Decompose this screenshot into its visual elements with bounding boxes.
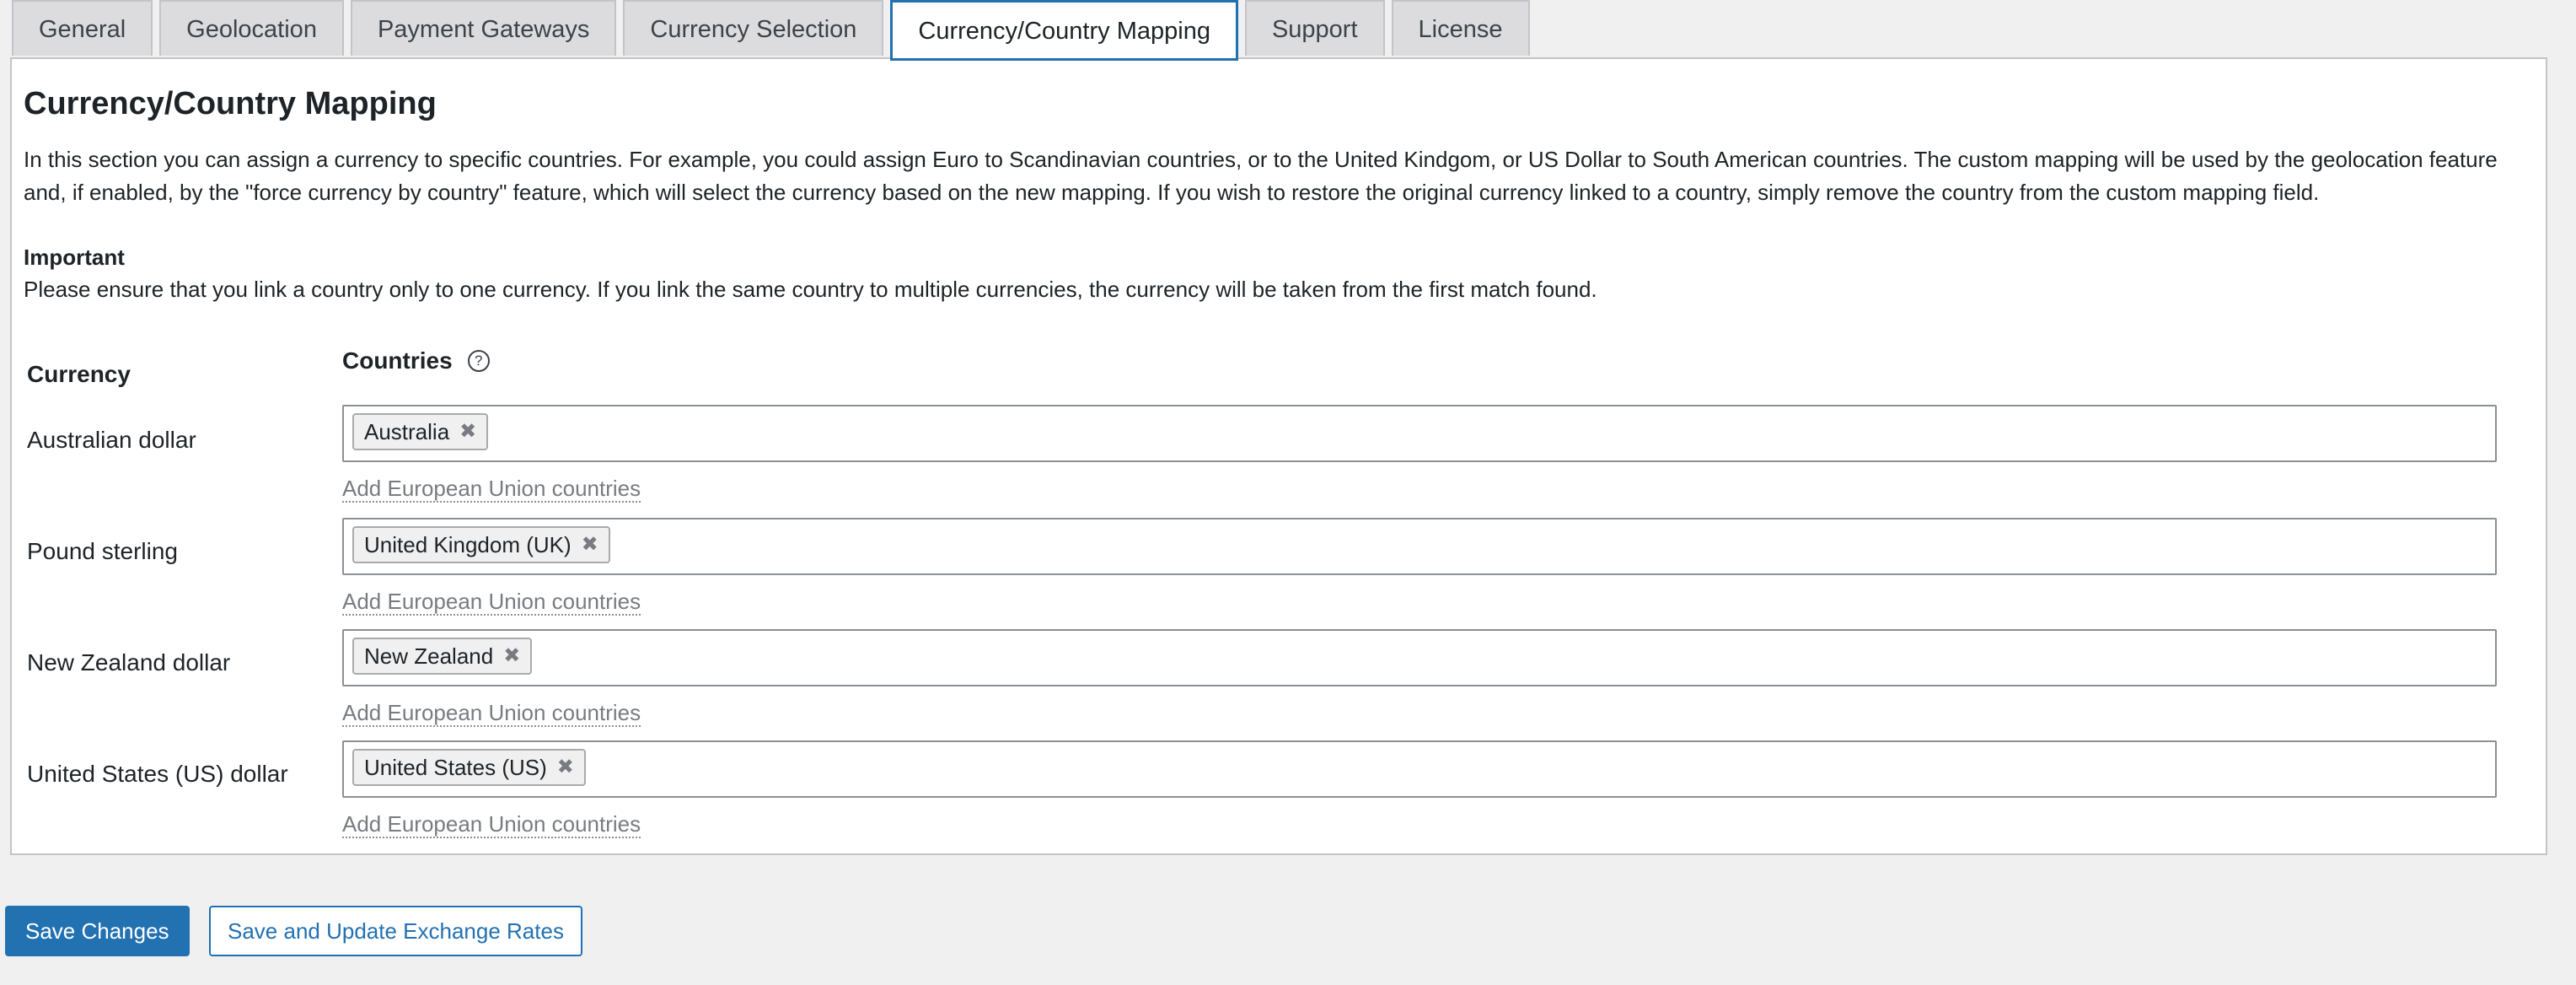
add-eu-countries-link[interactable]: Add European Union countries bbox=[342, 476, 641, 503]
country-chip: United Kingdom (UK) ✖ bbox=[352, 526, 610, 563]
tab-license[interactable]: License bbox=[1391, 0, 1530, 56]
country-chip-label: United States (US) bbox=[364, 755, 547, 780]
countries-header-label: Countries bbox=[342, 347, 453, 374]
currency-label-usd: United States (US) dollar bbox=[27, 761, 288, 787]
country-chip: United States (US) ✖ bbox=[352, 749, 586, 786]
tab-general[interactable]: General bbox=[12, 0, 153, 56]
countries-select-usd[interactable]: United States (US) ✖ bbox=[342, 740, 2497, 798]
countries-select-aud[interactable]: Australia ✖ bbox=[342, 405, 2497, 462]
currency-label-aud: Australian dollar bbox=[27, 427, 196, 453]
tab-currency-selection[interactable]: Currency Selection bbox=[623, 0, 884, 56]
countries-column-header: Countries ? bbox=[342, 347, 490, 374]
section-title: Currency/Country Mapping bbox=[24, 86, 437, 121]
remove-icon[interactable]: ✖ bbox=[459, 415, 476, 449]
tab-payment-gateways[interactable]: Payment Gateways bbox=[350, 0, 617, 56]
section-description: In this section you can assign a currenc… bbox=[24, 147, 2498, 205]
tab-geolocation[interactable]: Geolocation bbox=[159, 0, 344, 56]
country-chip-label: Australia bbox=[364, 419, 450, 444]
remove-icon[interactable]: ✖ bbox=[582, 528, 598, 562]
add-eu-countries-link[interactable]: Add European Union countries bbox=[342, 589, 641, 616]
countries-select-gbp[interactable]: United Kingdom (UK) ✖ bbox=[342, 518, 2497, 575]
important-heading: Important bbox=[24, 245, 125, 270]
add-eu-countries-link[interactable]: Add European Union countries bbox=[342, 811, 641, 838]
settings-tabs: General Geolocation Payment Gateways Cur… bbox=[12, 0, 1530, 61]
save-changes-button[interactable]: Save Changes bbox=[5, 906, 190, 956]
help-icon[interactable]: ? bbox=[467, 350, 490, 372]
country-chip: New Zealand ✖ bbox=[352, 638, 533, 675]
country-chip-label: United Kingdom (UK) bbox=[364, 532, 572, 557]
country-chip-label: New Zealand bbox=[364, 643, 494, 669]
important-text: Please ensure that you link a country on… bbox=[24, 277, 1597, 302]
currency-column-header: Currency bbox=[27, 361, 131, 387]
country-chip: Australia ✖ bbox=[352, 413, 489, 450]
currency-label-nzd: New Zealand dollar bbox=[27, 649, 231, 676]
tab-currency-country-mapping[interactable]: Currency/Country Mapping bbox=[890, 0, 1238, 61]
add-eu-countries-link[interactable]: Add European Union countries bbox=[342, 700, 641, 727]
countries-select-nzd[interactable]: New Zealand ✖ bbox=[342, 629, 2497, 686]
remove-icon[interactable]: ✖ bbox=[503, 639, 520, 673]
settings-panel: Currency/Country Mapping In this section… bbox=[10, 57, 2547, 855]
save-update-rates-button[interactable]: Save and Update Exchange Rates bbox=[209, 906, 582, 956]
remove-icon[interactable]: ✖ bbox=[557, 751, 574, 784]
tab-support[interactable]: Support bbox=[1244, 0, 1385, 56]
currency-label-gbp: Pound sterling bbox=[27, 538, 179, 564]
